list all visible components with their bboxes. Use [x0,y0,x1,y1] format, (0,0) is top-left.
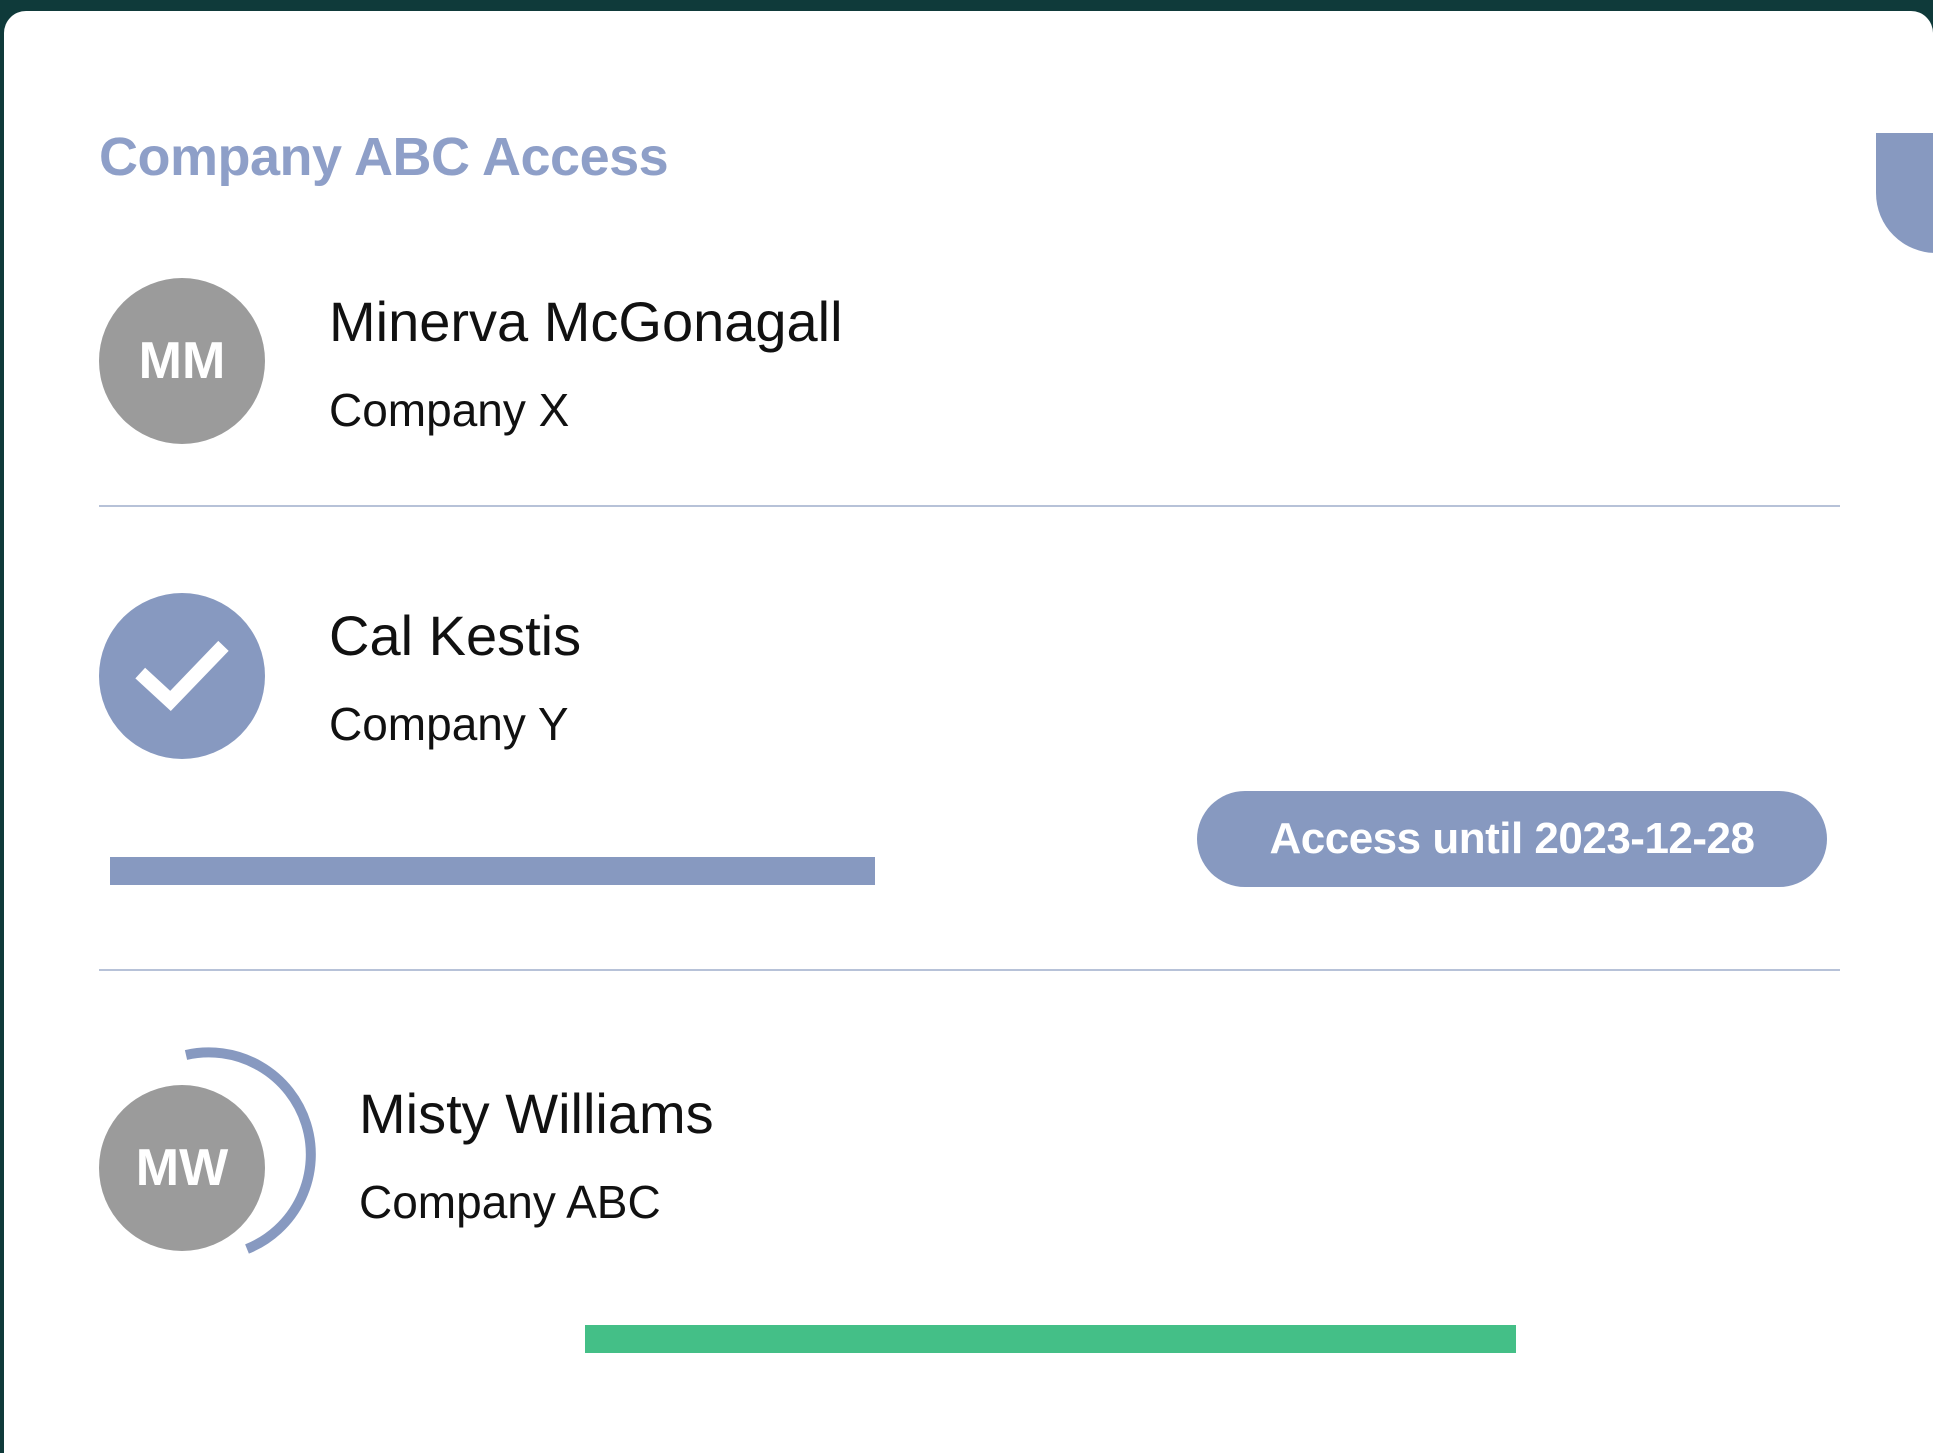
row-divider [99,505,1840,507]
panel-edge-tab[interactable] [1876,133,1933,253]
row-divider [99,969,1840,971]
avatar-initials: MM [138,332,226,390]
user-name: Cal Kestis [329,604,582,667]
avatar-initials: MW [135,1139,229,1197]
panel-title: Company ABC Access [99,127,669,187]
check-icon [135,640,229,712]
user-name: Minerva McGonagall [329,290,843,353]
user-company: Company ABC [359,1176,661,1228]
user-company: Company Y [329,698,569,750]
access-panel: Company ABC Access MM Minerva McGonagall… [4,11,1933,1453]
avatar: MW [99,1085,265,1251]
user-company: Company X [329,384,570,436]
access-until-badge[interactable]: Access until 2023-12-28 [1197,791,1827,887]
status-bar [585,1325,1516,1353]
access-bar [110,857,875,885]
avatar [99,593,265,759]
avatar: MM [99,278,265,444]
user-name: Misty Williams [359,1082,714,1145]
